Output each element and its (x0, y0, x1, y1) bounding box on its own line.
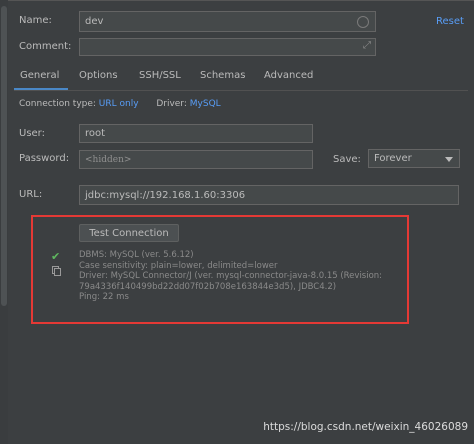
driver-link[interactable]: MySQL (190, 99, 221, 109)
watermark-text: https://blog.csdn.net/weixin_46026089 (263, 421, 468, 433)
url-value: jdbc:mysql://192.168.1.60:3306 (85, 189, 246, 201)
expand-icon[interactable]: ⤢ (363, 40, 371, 51)
tab-schemas[interactable]: Schemas (200, 70, 245, 81)
check-icon: ✔ (51, 250, 61, 263)
tab-advanced[interactable]: Advanced (264, 70, 313, 81)
test-connection-label: Test Connection (89, 227, 169, 239)
comment-input[interactable]: ⤢ (79, 38, 376, 56)
password-label: Password: (19, 153, 70, 164)
result-line-ping: Ping: 22 ms (79, 292, 129, 302)
save-label: Save: (333, 154, 361, 165)
chevron-down-icon (445, 157, 453, 162)
scrollbar-track[interactable] (0, 0, 8, 444)
test-connection-button[interactable]: Test Connection (79, 224, 179, 242)
tab-divider (14, 90, 468, 91)
copy-icon[interactable] (52, 266, 61, 276)
password-input[interactable]: <hidden> (79, 150, 313, 169)
name-label: Name: (19, 15, 52, 26)
result-line-driver: Driver: MySQL Connector/J (ver. mysql-co… (79, 271, 383, 281)
tab-ssh-ssl[interactable]: SSH/SSL (139, 70, 181, 81)
name-input[interactable]: dev (79, 11, 376, 32)
password-value: <hidden> (85, 154, 132, 165)
save-select[interactable]: Forever (368, 149, 460, 168)
user-label: User: (19, 128, 45, 139)
url-label: URL: (19, 189, 43, 200)
tab-options[interactable]: Options (79, 70, 118, 81)
save-value: Forever (374, 153, 412, 164)
user-value: root (85, 128, 106, 139)
result-line-dbms: DBMS: MySQL (ver. 5.6.12) (79, 250, 194, 260)
window-top-border (0, 0, 474, 1)
result-line-revision: 79a4336f140499bd22dd07f02b708e163844e3d5… (79, 281, 337, 292)
comment-label: Comment: (19, 41, 72, 52)
connection-type-label: Connection type: (19, 99, 96, 109)
connection-type-link[interactable]: URL only (99, 99, 139, 109)
user-input[interactable]: root (79, 124, 313, 143)
connection-info-row: Connection type: URL only Driver: MySQL (19, 99, 221, 109)
scrollbar-thumb[interactable] (1, 6, 7, 306)
url-input[interactable]: jdbc:mysql://192.168.1.60:3306 (79, 185, 459, 205)
test-result-text: DBMS: MySQL (ver. 5.6.12) Case sensitivi… (79, 250, 382, 303)
tab-general[interactable]: General (20, 70, 59, 81)
driver-label: Driver: (156, 99, 187, 109)
reset-link[interactable]: Reset (436, 16, 464, 27)
result-line-case: Case sensitivity: plain=lower, delimited… (79, 260, 278, 271)
name-value: dev (85, 16, 104, 27)
clear-icon[interactable] (357, 16, 369, 28)
